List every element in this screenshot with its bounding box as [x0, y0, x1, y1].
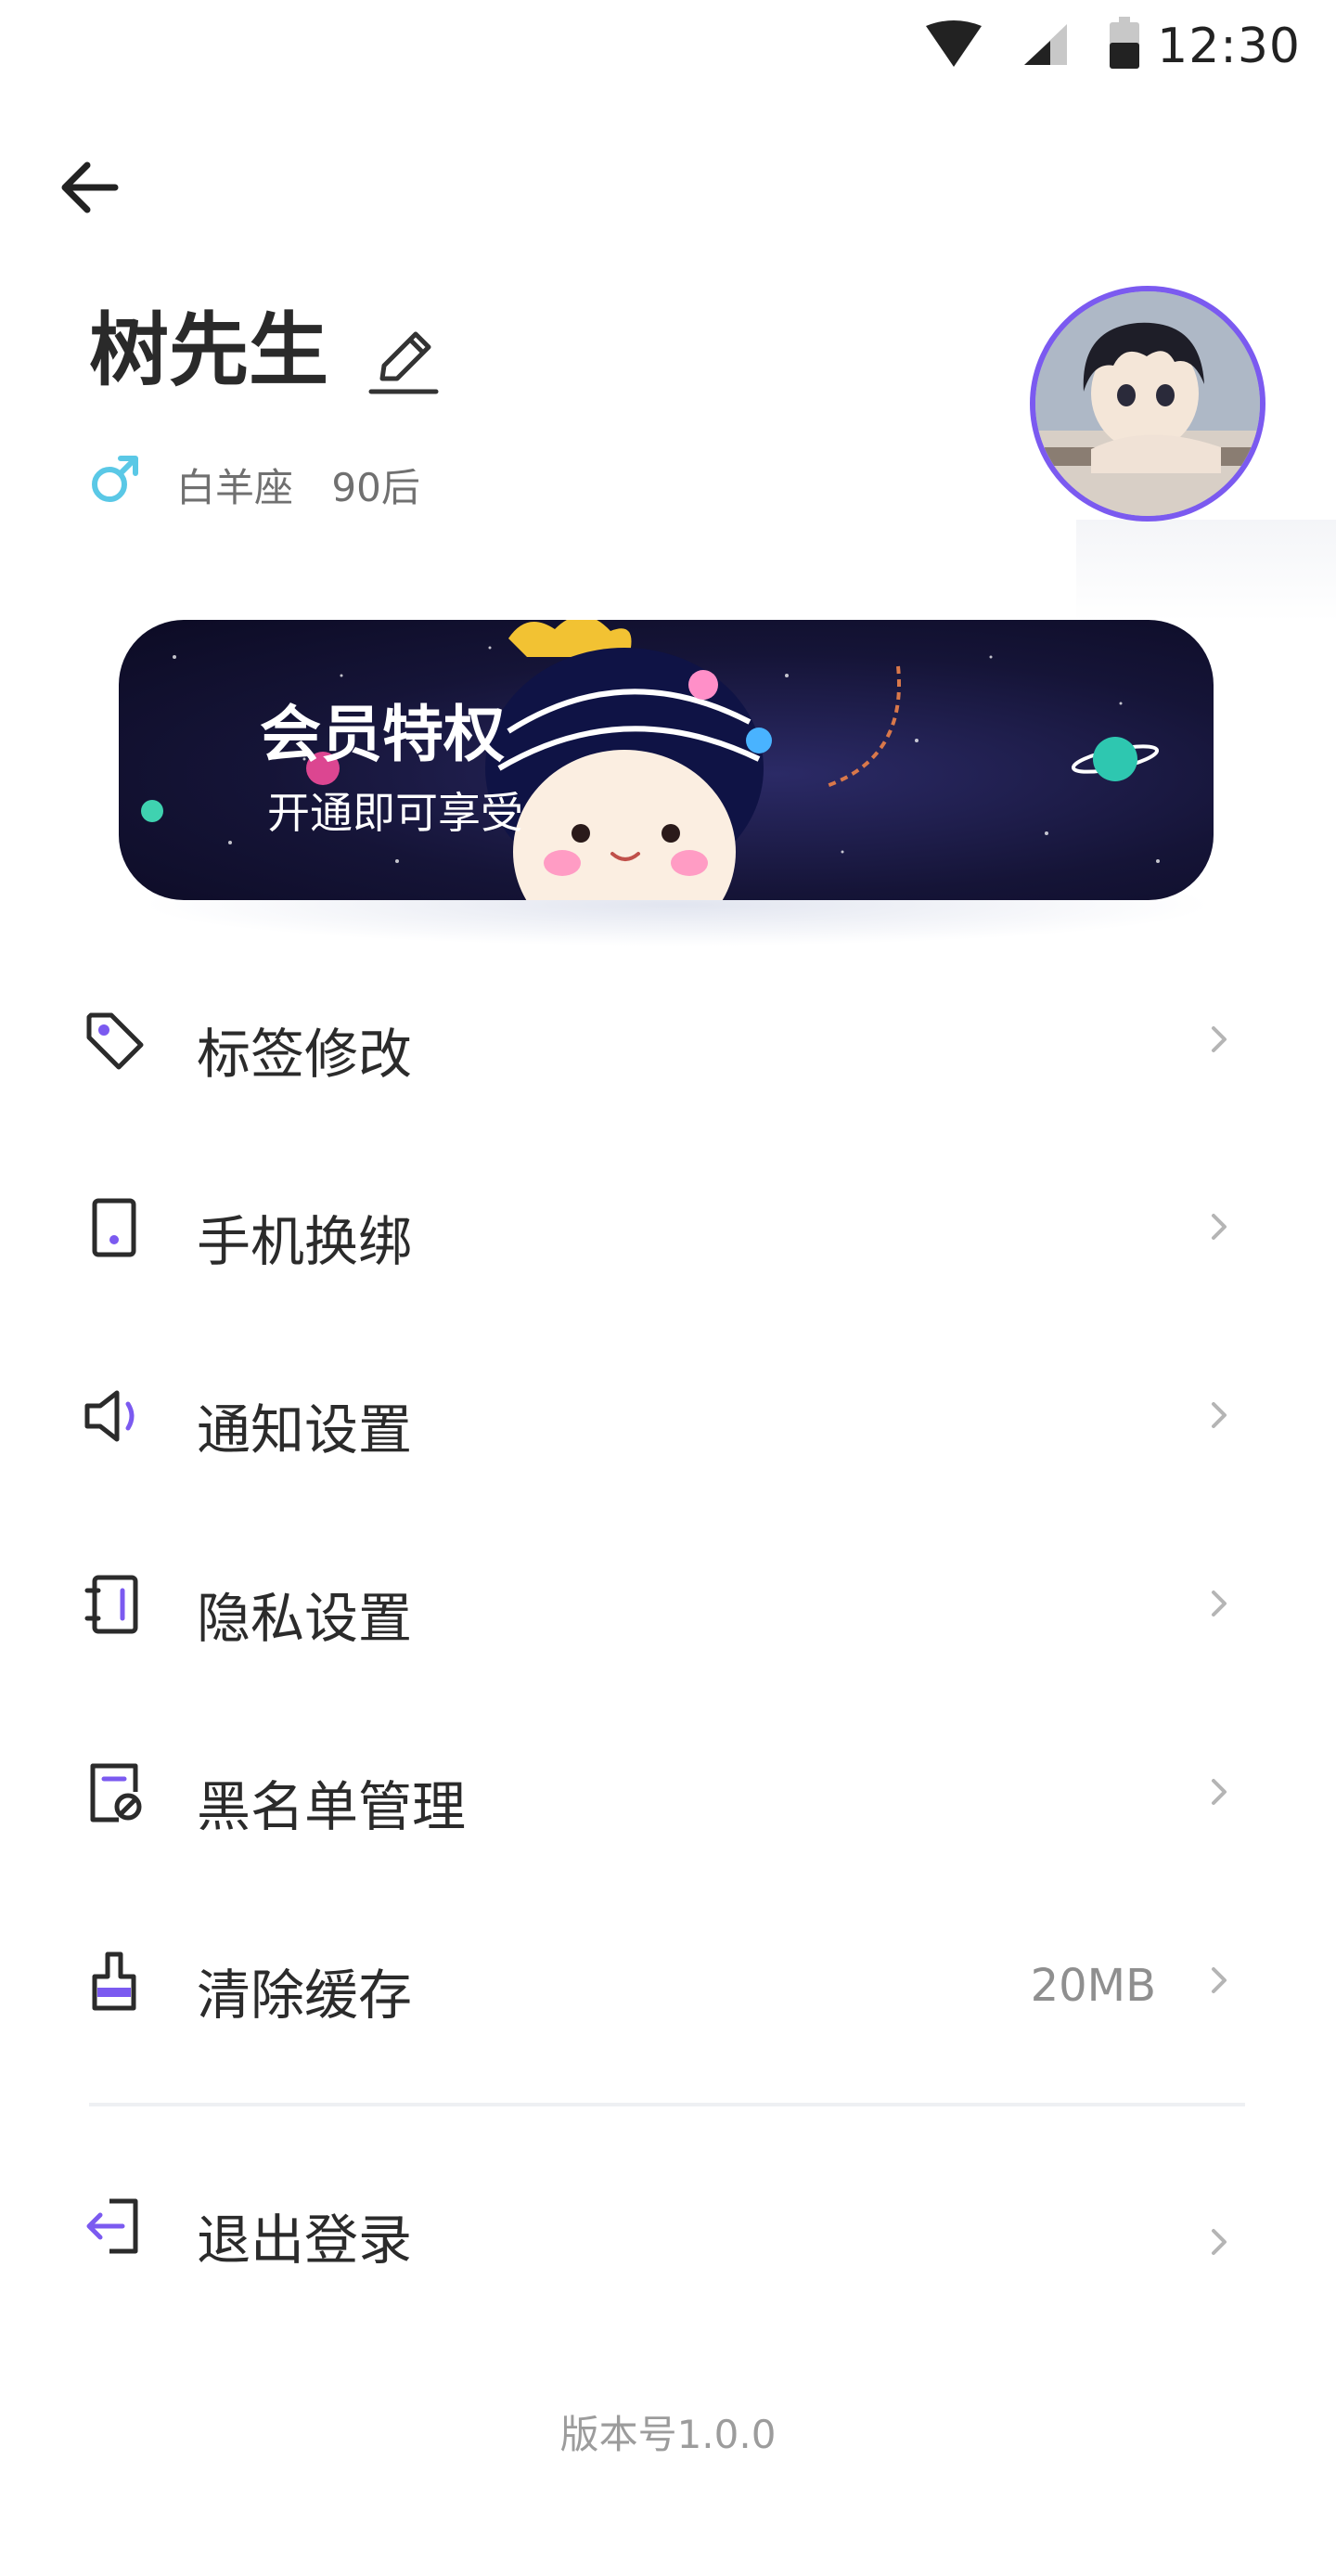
wifi-icon	[926, 20, 982, 67]
chevron-right-icon	[1212, 1026, 1227, 1052]
menu-label-logout: 退出登录	[197, 2209, 413, 2272]
arrow-left-icon	[61, 161, 119, 213]
menu-item-phone[interactable]: 手机换绑	[0, 1156, 1336, 1295]
menu-label-privacy: 隐私设置	[197, 1587, 413, 1650]
chevron-right-icon	[1212, 1402, 1227, 1428]
menu-label-tags: 标签修改	[197, 1023, 413, 1086]
tag-icon	[86, 1012, 144, 1070]
vip-banner[interactable]: 会员特权 开通即可享受	[119, 620, 1214, 900]
male-gender-icon	[87, 451, 143, 507]
pencil-icon	[368, 331, 439, 394]
banner-subtitle: 开通即可享受	[267, 788, 523, 838]
avatar-shade	[1076, 520, 1336, 622]
chevron-right-icon	[1212, 2229, 1227, 2255]
speaker-icon	[84, 1390, 135, 1442]
banner-title: 会员特权	[260, 699, 505, 770]
battery-icon	[1110, 17, 1139, 69]
phone-icon	[92, 1198, 136, 1257]
brush-icon	[92, 1951, 136, 2011]
avatar-illustration	[1035, 291, 1260, 516]
menu-label-blacklist: 黑名单管理	[197, 1775, 467, 1838]
profile-name: 树先生	[89, 304, 328, 397]
blacklist-icon	[90, 1763, 142, 1823]
cell-signal-icon	[1024, 24, 1067, 65]
menu-item-privacy[interactable]: 隐私设置	[0, 1533, 1336, 1672]
profile-meta: 白羊座 90后	[176, 457, 446, 513]
status-time: 12:30	[1157, 19, 1301, 74]
menu-label-notifications: 通知设置	[197, 1398, 413, 1462]
back-button[interactable]	[52, 147, 137, 232]
divider	[89, 2103, 1245, 2106]
edit-name-button[interactable]	[367, 325, 442, 399]
menu-item-tags[interactable]: 标签修改	[0, 969, 1336, 1108]
privacy-book-icon	[84, 1575, 138, 1634]
chevron-right-icon	[1212, 1779, 1227, 1805]
chevron-right-icon	[1212, 1591, 1227, 1616]
menu-item-logout[interactable]: 退出登录	[0, 2155, 1336, 2294]
constellation-label: 白羊座	[176, 465, 294, 510]
logout-icon	[86, 2198, 138, 2254]
avatar[interactable]	[1030, 286, 1265, 522]
menu-label-phone: 手机换绑	[197, 1210, 413, 1273]
chevron-right-icon	[1212, 1967, 1227, 1993]
menu-item-clear-cache[interactable]: 清除缓存 20MB	[0, 1910, 1336, 2049]
chevron-right-icon	[1212, 1214, 1227, 1240]
menu-label-clear-cache: 清除缓存	[197, 1964, 413, 2027]
status-bar: 12:30	[0, 0, 1336, 97]
menu-item-blacklist[interactable]: 黑名单管理	[0, 1721, 1336, 1861]
cache-size-value: 20MB	[1030, 1960, 1156, 2012]
app-version: 版本号1.0.0	[559, 2412, 777, 2457]
menu-item-notifications[interactable]: 通知设置	[0, 1345, 1336, 1484]
age-group-label: 90后	[331, 465, 420, 510]
settings-screen: 12:30 树先生 白羊座 90后 会员特权 开通即可享受 标签修改 手机换绑 …	[0, 0, 1336, 2576]
